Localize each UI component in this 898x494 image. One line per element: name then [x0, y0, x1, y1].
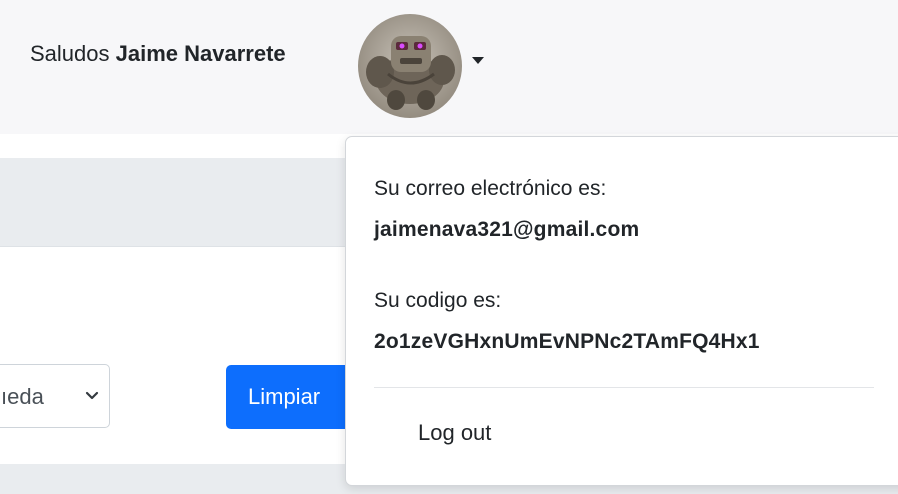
chevron-down-icon: [85, 391, 99, 400]
user-dropdown-menu: Su correo electrónico es: jaimenava321@g…: [345, 136, 898, 486]
user-avatar[interactable]: [358, 14, 462, 118]
greeting-prefix: Saludos: [30, 41, 110, 66]
email-label: Su correo electrónico es:: [374, 177, 607, 200]
clear-button-label: Limpiar: [248, 384, 321, 409]
select-value: ıeda: [1, 384, 44, 409]
avatar-image: [358, 14, 462, 118]
logout-menu-item[interactable]: Log out: [418, 420, 491, 446]
code-value: 2o1zeVGHxnUmEvNPNc2TAmFQ4Hx1: [374, 330, 760, 353]
top-navbar: Saludos Jaime Navarrete: [0, 0, 898, 134]
greeting: Saludos Jaime Navarrete: [30, 41, 286, 67]
dropdown-divider: [374, 387, 874, 388]
caret-down-icon[interactable]: [472, 57, 484, 64]
email-value: jaimenava321@gmail.com: [374, 218, 640, 241]
code-label: Su codigo es:: [374, 289, 502, 312]
user-name: Jaime Navarrete: [115, 41, 286, 66]
search-type-select[interactable]: ıeda: [0, 364, 110, 428]
